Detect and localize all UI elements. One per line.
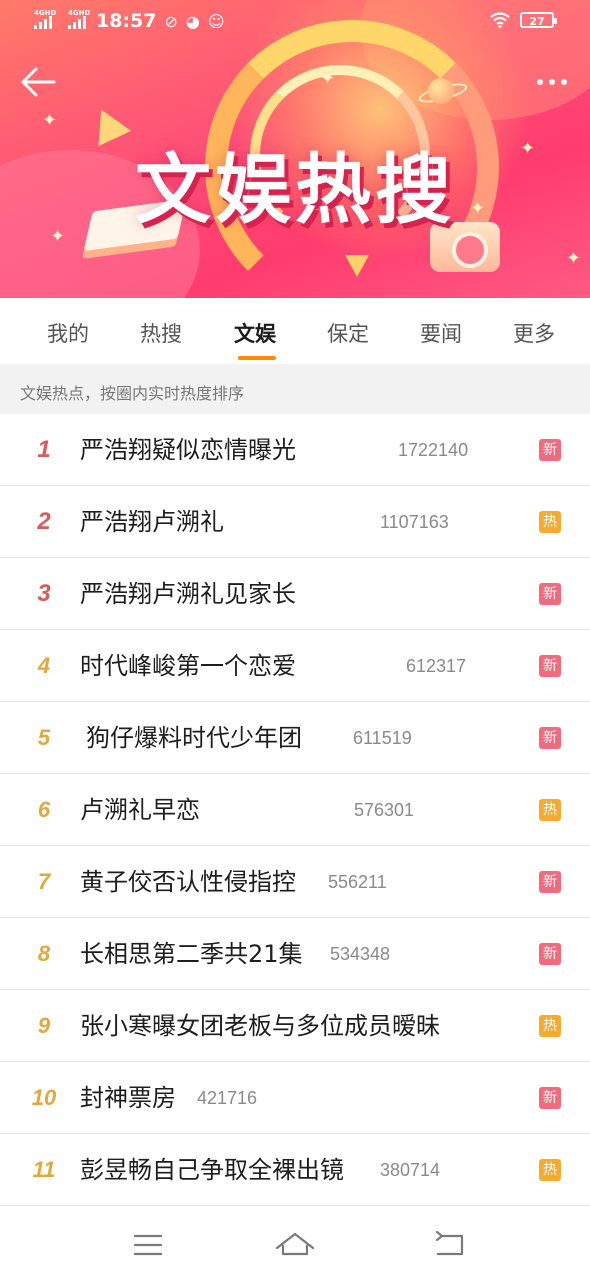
clock: 18:57 [96, 10, 157, 32]
tab-bar: 我的 热搜 文娱 保定 要闻 更多 [0, 298, 590, 364]
hot-badge: 热 [539, 799, 561, 821]
sparkle-icon: ✦ [320, 68, 336, 89]
page-title: 文娱热搜 [135, 145, 455, 234]
tab-mine[interactable]: 我的 [47, 318, 89, 348]
item-count: 1107163 [380, 512, 449, 532]
list-item[interactable]: 9 张小寒曝女团老板与多位成员暧昧 热 [0, 990, 590, 1062]
tab-hot-search[interactable]: 热搜 [140, 318, 182, 348]
rank-number: 8 [37, 941, 51, 966]
rank-number: 7 [37, 869, 51, 894]
list-item[interactable]: 3 严浩翔卢溯礼见家长 新 [0, 558, 590, 630]
new-badge: 新 [539, 943, 561, 965]
signal-icon: 4GHD [68, 9, 90, 29]
rank-number: 2 [37, 508, 51, 535]
item-title: 彭昱畅自己争取全裸出镜 [80, 1156, 344, 1184]
item-count: 534348 [330, 944, 391, 964]
item-count: 612317 [406, 656, 467, 676]
weibo-icon: ◕ [185, 11, 200, 31]
hot-search-list: 1 严浩翔疑似恋情曝光 1722140 新 2 严浩翔卢溯礼 1107163 热… [0, 414, 590, 1206]
rank-number: 4 [37, 653, 51, 678]
item-count: 421716 [197, 1088, 258, 1108]
wechat-icon: ☺ [207, 11, 225, 31]
hot-badge: 热 [539, 1015, 561, 1037]
rank-number: 9 [37, 1013, 51, 1038]
item-title: 张小寒曝女团老板与多位成员暧昧 [80, 1012, 440, 1040]
home-button[interactable] [273, 1224, 317, 1264]
back-nav-button[interactable] [428, 1224, 472, 1264]
item-title: 狗仔爆料时代少年团 [86, 724, 302, 752]
tab-entertainment[interactable]: 文娱 [234, 318, 276, 348]
planet-icon [428, 78, 454, 104]
tab-baoding[interactable]: 保定 [327, 318, 369, 348]
item-title: 严浩翔卢溯礼 [80, 508, 224, 536]
rank-number: 5 [37, 725, 51, 750]
battery-icon: 27 [520, 12, 557, 28]
item-count: 556211 [328, 872, 387, 892]
list-item[interactable]: 5 狗仔爆料时代少年团 611519 新 [0, 702, 590, 774]
rank-number: 6 [37, 797, 51, 822]
list-item[interactable]: 6 卢溯礼早恋 576301 热 [0, 774, 590, 846]
status-bar: 4GHD 4GHD 18:57 ⊘ ◕ ☺ 27 [0, 0, 590, 44]
list-item[interactable]: 11 彭昱畅自己争取全裸出镜 380714 热 [0, 1134, 590, 1206]
network-type: 4GHD [68, 9, 91, 17]
new-badge: 新 [539, 439, 561, 461]
item-title: 严浩翔疑似恋情曝光 [80, 436, 296, 464]
sparkle-icon: ✦ [566, 248, 582, 269]
signal-icon: 4GHD [34, 9, 56, 29]
rank-number: 1 [37, 436, 51, 463]
tab-more[interactable]: 更多 [513, 318, 555, 348]
item-title: 长相思第二季共21集 [80, 940, 303, 968]
new-badge: 新 [539, 583, 561, 605]
sync-icon: ⊘ [164, 11, 178, 31]
list-item[interactable]: 8 长相思第二季共21集 534348 新 [0, 918, 590, 990]
back-icon [435, 1230, 464, 1256]
item-title: 封神票房 [80, 1084, 176, 1112]
info-bar: 文娱热点，按圈内实时热度排序 [0, 364, 590, 414]
tab-active-indicator [238, 356, 276, 360]
menu-icon [133, 1234, 163, 1256]
item-title: 严浩翔卢溯礼见家长 [80, 580, 296, 608]
item-count: 611519 [353, 728, 412, 748]
item-title: 时代峰峻第一个恋爱 [80, 652, 296, 680]
new-badge: 新 [539, 1087, 561, 1109]
item-count: 576301 [354, 800, 415, 820]
home-icon [275, 1232, 315, 1256]
item-count: 1722140 [398, 440, 469, 460]
rank-number: 3 [37, 580, 51, 607]
more-dots-icon [561, 79, 567, 85]
list-item[interactable]: 1 严浩翔疑似恋情曝光 1722140 新 [0, 414, 590, 486]
network-type: 4GHD [34, 9, 57, 17]
more-dots-icon [549, 79, 555, 85]
triangle-icon [345, 255, 369, 277]
list-item[interactable]: 4 时代峰峻第一个恋爱 612317 新 [0, 630, 590, 702]
list-item[interactable]: 2 严浩翔卢溯礼 1107163 热 [0, 486, 590, 558]
menu-button[interactable] [126, 1224, 170, 1264]
list-item[interactable]: 10 封神票房 421716 新 [0, 1062, 590, 1134]
wifi-icon [490, 12, 510, 28]
header-banner: ✦ ✦ ✦ ✦ ✦ ✦ 文娱热搜 4GHD 4GHD 18:57 ⊘ ◕ ☺ 2… [0, 0, 590, 298]
new-badge: 新 [539, 727, 561, 749]
rank-number: 11 [32, 1157, 56, 1182]
more-dots-icon [537, 79, 543, 85]
system-nav-bar [0, 1210, 590, 1280]
rank-number: 10 [31, 1085, 57, 1110]
new-badge: 新 [539, 655, 561, 677]
hot-badge: 热 [539, 511, 561, 533]
arrow-left-icon [21, 67, 56, 97]
more-button[interactable] [532, 68, 572, 96]
hot-badge: 热 [539, 1159, 561, 1181]
item-title: 黄子佼否认性侵指控 [80, 868, 296, 896]
new-badge: 新 [539, 871, 561, 893]
back-button[interactable] [18, 62, 58, 102]
list-item[interactable]: 7 黄子佼否认性侵指控 556211 新 [0, 846, 590, 918]
item-title: 卢溯礼早恋 [80, 796, 200, 824]
tab-news[interactable]: 要闻 [420, 318, 462, 348]
item-count: 380714 [380, 1160, 441, 1180]
